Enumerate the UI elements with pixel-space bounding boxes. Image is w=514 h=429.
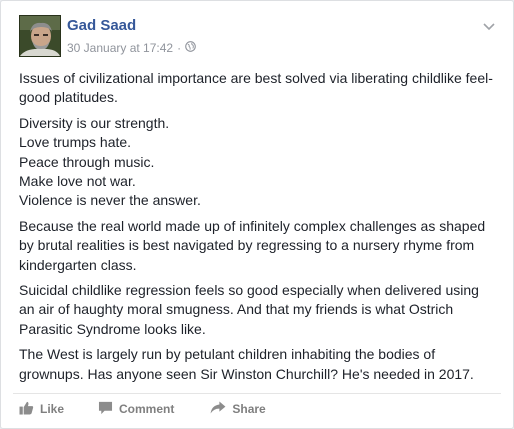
action-divider (13, 393, 501, 394)
slogan-line: Make love not war. (19, 173, 136, 190)
slogan-list: Diversity is our strength. Love trumps h… (19, 114, 497, 211)
share-label: Share (232, 402, 266, 416)
author-name[interactable]: Gad Saad (67, 17, 136, 34)
post-card: Gad Saad 30 January at 17:42 · Issues of… (0, 0, 514, 429)
thumbs-up-icon (19, 401, 34, 418)
slogan-line: Peace through music. (19, 153, 155, 170)
post-paragraph: Because the real world made up of infini… (19, 217, 486, 273)
avatar-photo (20, 16, 60, 56)
slogan-line: Love trumps hate. (19, 134, 132, 151)
post-paragraph: The West is largely run by petulant chil… (19, 346, 474, 382)
globe-icon (185, 41, 196, 55)
post-paragraph: Suicidal childlike regression feels so g… (19, 282, 479, 337)
comment-button[interactable]: Comment (98, 401, 174, 418)
share-arrow-icon (210, 401, 226, 417)
slogan-line: Violence is never the answer. (19, 192, 201, 209)
action-bar: Like Comment Share (19, 400, 266, 418)
comment-label: Comment (119, 402, 175, 416)
post-header: Gad Saad 30 January at 17:42 · (19, 15, 499, 61)
share-button[interactable]: Share (210, 401, 266, 417)
comment-bubble-icon (98, 401, 113, 418)
slogan-line: Diversity is our strength. (19, 114, 170, 131)
chevron-down-icon[interactable] (479, 17, 499, 37)
like-button[interactable]: Like (19, 401, 64, 418)
post-body: Issues of civilizational importance are … (19, 69, 497, 390)
avatar[interactable] (19, 15, 61, 57)
post-meta: 30 January at 17:42 · (67, 41, 196, 55)
like-label: Like (40, 402, 65, 416)
post-timestamp[interactable]: 30 January at 17:42 (67, 41, 173, 55)
post-paragraph: Issues of civilizational importance are … (19, 70, 493, 106)
meta-separator: · (177, 41, 182, 55)
